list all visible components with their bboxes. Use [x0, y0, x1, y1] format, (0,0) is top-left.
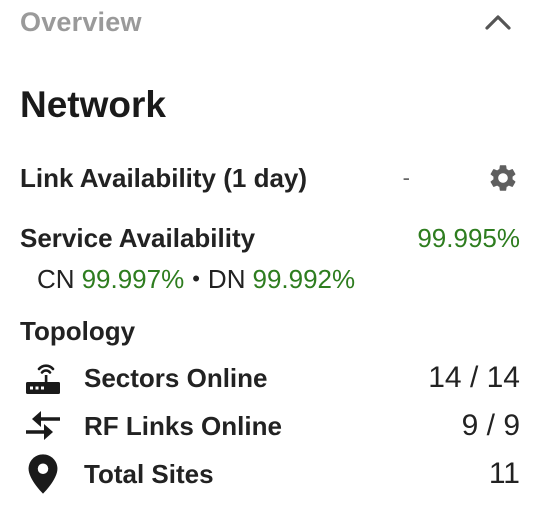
dn-label: DN: [207, 263, 246, 294]
chevron-up-icon: [485, 15, 511, 30]
separator: •: [192, 266, 200, 291]
sectors-online-label: Sectors Online: [84, 362, 268, 393]
network-title: Network: [20, 84, 166, 125]
total-sites-value: 11: [488, 457, 520, 490]
overview-title: Overview: [20, 6, 142, 37]
router-icon: [20, 356, 66, 400]
cn-value: 99.997%: [81, 263, 185, 294]
topology-item-sectors: Sectors Online 14 / 14: [20, 356, 520, 400]
rf-links-online-label: RF Links Online: [84, 410, 282, 441]
overview-header[interactable]: Overview: [20, 0, 522, 44]
location-pin-icon: [20, 452, 66, 496]
overview-panel: Overview Network Link Availability (1 da…: [0, 0, 542, 512]
link-availability-right: -: [403, 161, 520, 195]
link-arrows-icon: [20, 404, 66, 448]
service-availability-value: 99.995%: [417, 222, 520, 253]
service-availability-row: Service Availability 99.995%: [20, 218, 520, 258]
cn-dn-availability: CN 99.997% • DN 99.992%: [37, 262, 355, 296]
rf-links-online-value: 9 / 9: [461, 409, 520, 442]
link-availability-value: -: [402, 165, 410, 190]
sectors-online-value: 14 / 14: [428, 361, 520, 394]
topology-item-sites: Total Sites 11: [20, 452, 520, 496]
total-sites-label: Total Sites: [84, 458, 214, 489]
dn-value: 99.992%: [252, 263, 356, 294]
link-availability-label: Link Availability (1 day): [20, 162, 308, 193]
topology-item-rf-links: RF Links Online 9 / 9: [20, 404, 520, 448]
cn-label: CN: [37, 263, 75, 294]
settings-button[interactable]: [486, 161, 520, 195]
service-availability-label: Service Availability: [20, 222, 256, 253]
link-availability-row: Link Availability (1 day) -: [20, 158, 520, 198]
gear-icon: [490, 165, 516, 191]
topology-title: Topology: [20, 316, 136, 346]
collapse-button[interactable]: [480, 4, 516, 40]
